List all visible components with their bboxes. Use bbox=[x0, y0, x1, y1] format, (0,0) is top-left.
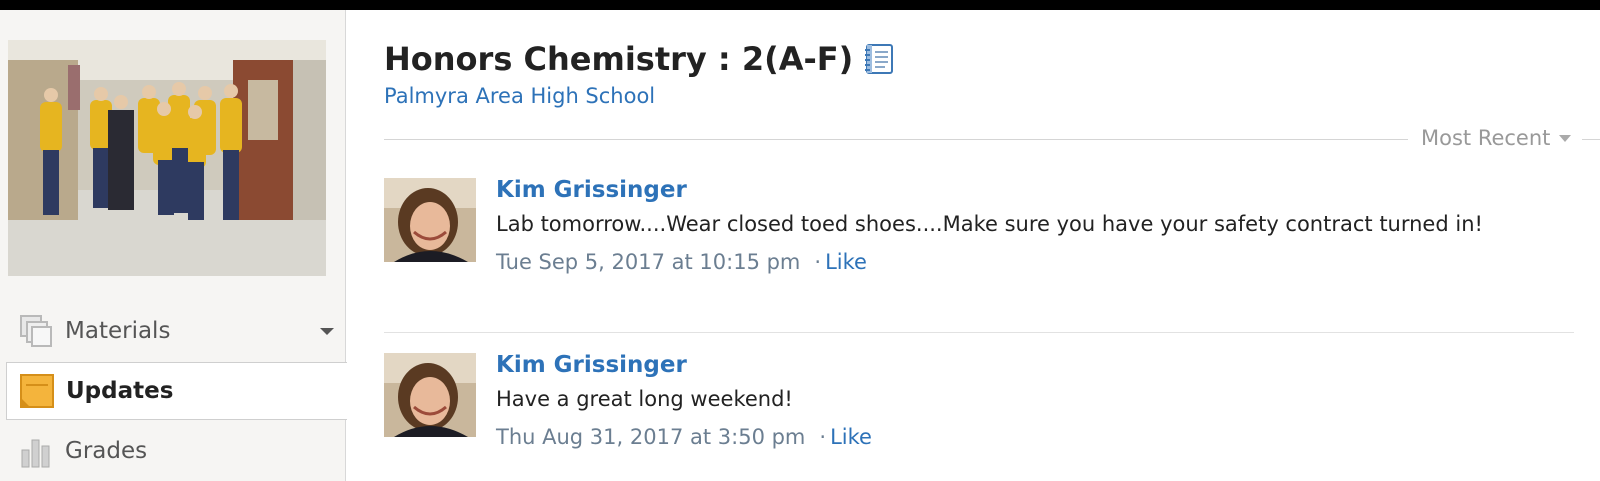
author-link[interactable]: Kim Grissinger bbox=[496, 172, 1556, 208]
grades-icon bbox=[18, 433, 54, 469]
school-link[interactable]: Palmyra Area High School bbox=[384, 84, 655, 108]
post-meta: Thu Aug 31, 2017 at 3:50 pm · Like bbox=[496, 421, 1556, 453]
sort-label: Most Recent bbox=[1421, 126, 1551, 150]
update-post: Kim Grissinger Have a great long weekend… bbox=[384, 343, 1574, 463]
separator-dot: · bbox=[814, 250, 822, 274]
sidebar-item-updates[interactable]: Updates bbox=[6, 362, 347, 420]
post-timestamp: Tue Sep 5, 2017 at 10:15 pm bbox=[496, 250, 801, 274]
sidebar-item-label: Materials bbox=[65, 318, 171, 344]
post-timestamp: Thu Aug 31, 2017 at 3:50 pm bbox=[496, 425, 806, 449]
post-body: Kim Grissinger Have a great long weekend… bbox=[496, 347, 1556, 453]
post-message: Have a great long weekend! bbox=[496, 387, 793, 411]
chevron-down-icon[interactable] bbox=[320, 328, 334, 335]
separator-dot: · bbox=[819, 425, 827, 449]
like-link[interactable]: Like bbox=[825, 250, 867, 274]
sort-row: Most Recent bbox=[384, 126, 1600, 154]
course-sidebar: Materials Updates Grades bbox=[0, 10, 347, 481]
notebook-icon[interactable] bbox=[863, 43, 895, 75]
avatar[interactable] bbox=[384, 353, 476, 437]
sort-dropdown[interactable]: Most Recent bbox=[1421, 126, 1572, 150]
materials-icon bbox=[18, 313, 54, 349]
update-post: Kim Grissinger Lab tomorrow....Wear clos… bbox=[384, 168, 1574, 333]
course-title-text: Honors Chemistry : 2(A-F) bbox=[384, 40, 854, 78]
updates-main: Honors Chemistry : 2(A-F) Palmyra Area H… bbox=[384, 10, 1600, 481]
sidebar-item-grades[interactable]: Grades bbox=[6, 422, 346, 480]
post-message: Lab tomorrow....Wear closed toed shoes..… bbox=[496, 212, 1483, 236]
divider bbox=[1582, 139, 1600, 140]
course-photo[interactable] bbox=[8, 40, 326, 276]
sidebar-item-label: Updates bbox=[66, 378, 174, 404]
divider bbox=[384, 139, 1408, 140]
like-link[interactable]: Like bbox=[830, 425, 872, 449]
page-title: Honors Chemistry : 2(A-F) bbox=[384, 40, 895, 78]
avatar[interactable] bbox=[384, 178, 476, 262]
author-link[interactable]: Kim Grissinger bbox=[496, 347, 1556, 383]
updates-icon bbox=[19, 373, 55, 409]
top-bar bbox=[0, 0, 1600, 10]
post-meta: Tue Sep 5, 2017 at 10:15 pm · Like bbox=[496, 246, 1556, 278]
sidebar-item-materials[interactable]: Materials bbox=[6, 302, 346, 360]
post-body: Kim Grissinger Lab tomorrow....Wear clos… bbox=[496, 172, 1556, 278]
chevron-down-icon bbox=[1559, 134, 1572, 142]
sidebar-item-label: Grades bbox=[65, 438, 148, 464]
